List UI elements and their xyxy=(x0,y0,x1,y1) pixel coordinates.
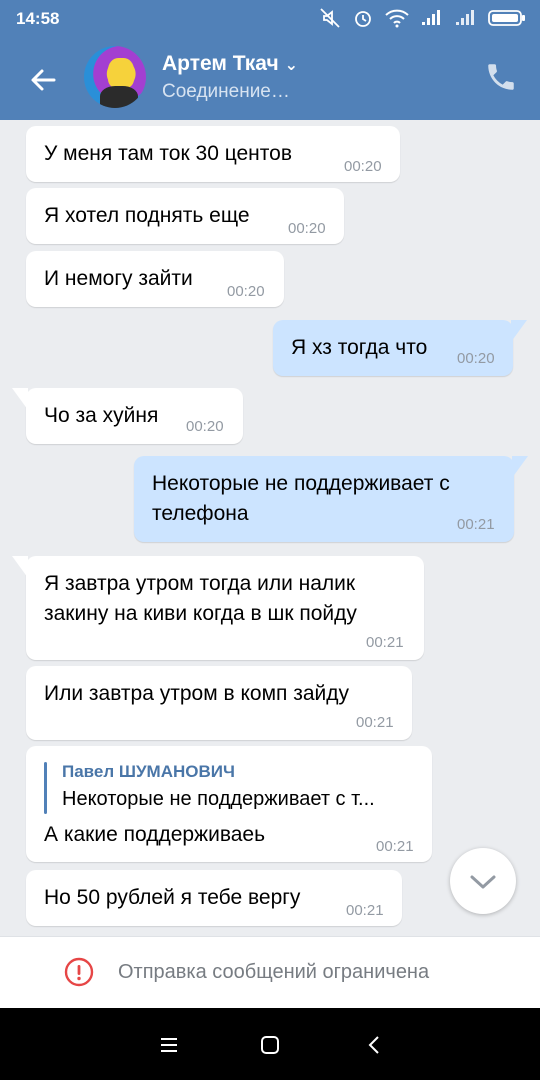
scroll-to-bottom-button[interactable] xyxy=(450,848,516,914)
message-in[interactable]: Чо за хуйня 00:20 xyxy=(12,388,243,444)
message-time: 00:20 xyxy=(344,158,382,175)
message-text: телефона xyxy=(152,502,249,525)
message-text: У меня там ток 30 центов xyxy=(44,142,292,165)
home-icon[interactable] xyxy=(257,1032,283,1058)
input-restricted-bar: Отправка сообщений ограничена xyxy=(0,936,540,1009)
message-text: Некоторые не поддерживает с xyxy=(152,472,450,495)
message-text: Или завтра утром в комп зайду xyxy=(44,682,350,705)
message-time: 00:20 xyxy=(288,220,326,237)
back-icon[interactable] xyxy=(362,1032,388,1058)
message-in[interactable]: И немогу зайти 00:20 xyxy=(26,251,284,307)
message-time: 00:21 xyxy=(356,714,394,731)
message-in[interactable]: Или завтра утром в комп зайду 00:21 xyxy=(26,666,412,740)
message-text: закину на киви когда в шк пойду xyxy=(44,602,357,625)
mute-icon xyxy=(320,8,340,28)
warning-icon xyxy=(64,957,94,987)
message-in[interactable]: Я завтра утром тогда или налик закину на… xyxy=(12,556,424,660)
message-text: И немогу зайти xyxy=(44,267,193,290)
message-text: Я завтра утром тогда или налик xyxy=(44,572,356,595)
reply-text[interactable]: Некоторые не поддерживает с т... xyxy=(62,788,422,811)
message-time: 00:20 xyxy=(227,283,265,300)
reply-quote-bar xyxy=(44,762,47,814)
chevron-down-icon xyxy=(470,875,496,889)
status-time: 14:58 xyxy=(16,9,60,28)
menu-icon[interactable] xyxy=(156,1032,182,1058)
alarm-icon xyxy=(355,11,371,27)
wifi-icon xyxy=(385,9,409,28)
message-text: Я хотел поднять еще xyxy=(44,204,250,227)
status-icons xyxy=(318,7,526,29)
message-in[interactable]: Я хотел поднять еще 00:20 xyxy=(26,188,344,244)
message-time: 00:20 xyxy=(186,418,224,435)
contact-status: Соединение… xyxy=(162,81,290,102)
message-text: Но 50 рублей я тебе вергу xyxy=(44,886,301,909)
message-text: Я хз тогда что xyxy=(291,336,428,359)
message-in-reply[interactable]: Павел ШУМАНОВИЧ Некоторые не поддерживае… xyxy=(26,746,432,862)
restriction-text: Отправка сообщений ограничена xyxy=(118,961,430,983)
message-time: 00:21 xyxy=(346,902,384,919)
message-text: А какие поддерживаеь xyxy=(44,823,266,846)
avatar[interactable] xyxy=(84,46,146,108)
phone-icon[interactable] xyxy=(484,60,518,94)
status-bar: 14:58 xyxy=(0,0,540,38)
chevron-down-icon: ⌄ xyxy=(284,57,299,74)
contact-name[interactable]: Артем Ткач ⌄ xyxy=(162,52,298,76)
message-time: 00:21 xyxy=(366,634,404,651)
chat-header: Артем Ткач ⌄ Соединение… xyxy=(0,38,540,120)
message-time: 00:21 xyxy=(376,838,414,855)
signal-icon xyxy=(456,10,474,25)
message-out[interactable]: Я хз тогда что 00:20 xyxy=(273,320,527,376)
signal-icon xyxy=(422,10,440,25)
message-time: 00:21 xyxy=(457,516,495,533)
message-out[interactable]: Некоторые не поддерживает с телефона 00:… xyxy=(134,456,528,542)
message-in[interactable]: Но 50 рублей я тебе вергу 00:21 xyxy=(26,870,402,926)
message-in[interactable]: У меня там ток 30 центов 00:20 xyxy=(26,126,400,182)
back-arrow-icon[interactable] xyxy=(24,60,64,100)
system-nav-bar xyxy=(0,1008,540,1080)
message-time: 00:20 xyxy=(457,350,495,367)
reply-author[interactable]: Павел ШУМАНОВИЧ xyxy=(62,762,235,782)
message-text: Чо за хуйня xyxy=(44,404,159,427)
battery-icon xyxy=(488,10,525,26)
